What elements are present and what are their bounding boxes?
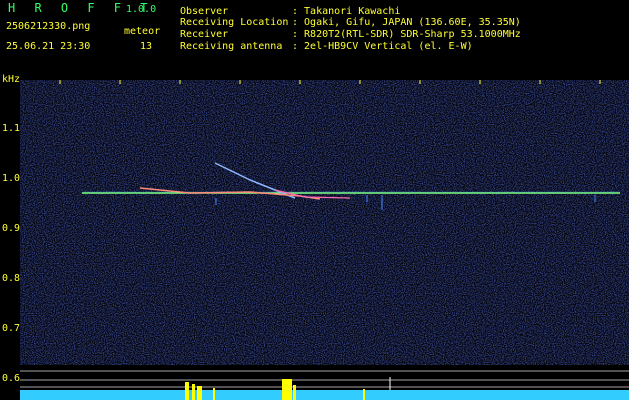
y-tick-label: 1.1 [2,123,21,134]
filename-label: 2506212330.png [6,21,91,32]
datetime-label: 25.06.21 23:30 [6,41,91,52]
meteor-label: meteor [124,26,161,37]
y-tick-label: 1.0 [2,173,21,184]
antenna-label: Receiving antenna [180,41,283,52]
spectrogram-plot [20,80,629,400]
receiver-value: : R820T2(RTL-SDR) SDR-Sharp 53.1000MHz [292,29,521,40]
y-tick-label: 0.8 [2,273,21,284]
spectrogram-svg [20,80,629,400]
app-version: 1.0.0 [126,4,157,15]
header-panel: H R O F F T 1.0.0 2506212330.png meteor … [0,0,629,76]
location-value: : Ogaki, Gifu, JAPAN (136.60E, 35.35N) [292,17,521,28]
y-axis-unit: kHz [2,74,21,85]
meteor-count: 13 [140,41,153,52]
observer-value: : Takanori Kawachi [292,6,401,17]
y-tick-label: 0.6 [2,373,21,384]
receiver-label: Receiver [180,29,229,40]
noise-field [20,80,629,365]
antenna-value: : 2el-HB9CV Vertical (el. E-W) [292,41,473,52]
y-tick-label: 0.7 [2,323,21,334]
y-tick-label: 0.9 [2,223,21,234]
location-label: Receiving Location [180,17,289,28]
level-strip [20,390,629,400]
observer-label: Observer [180,6,229,17]
